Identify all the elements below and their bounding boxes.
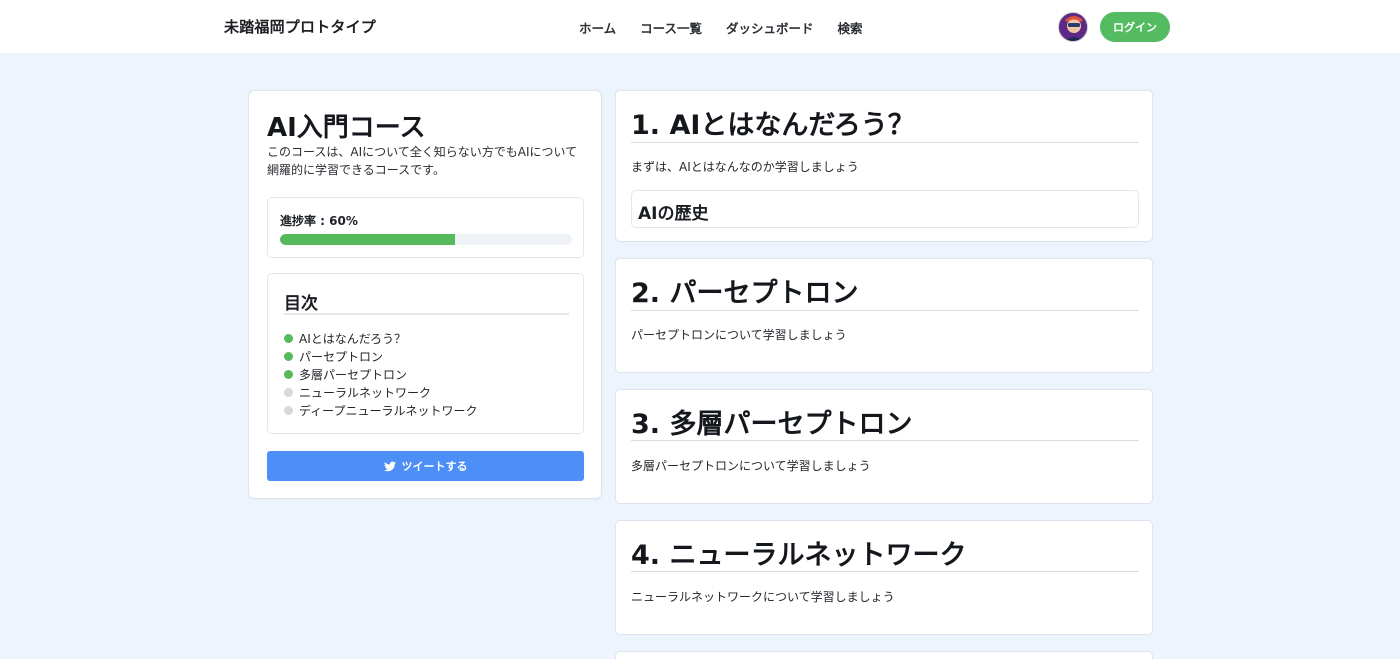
status-dot-icon: [284, 405, 293, 415]
section-divider: [631, 310, 1139, 311]
lesson-item-title: AIの歴史: [638, 204, 709, 224]
top-header: 未踏福岡プロトタイプ ホーム コース一覧 ダッシュボード 検索 ログイン: [0, 0, 1400, 53]
status-dot-icon: [284, 351, 293, 361]
progress-bar: [280, 234, 572, 245]
lesson-section-1: 1. AIとはなんだろう？ まずは、AIとはなんなのか学習しましょう AIの歴史: [615, 90, 1153, 242]
nav-course-list[interactable]: コース一覧: [640, 18, 702, 37]
progress-label: 進捗率 : 60%: [280, 214, 358, 228]
nav-search[interactable]: 検索: [838, 18, 863, 37]
twitter-bird-icon: [383, 461, 396, 471]
login-button[interactable]: ログイン: [1100, 12, 1170, 42]
section-title: 2. パーセプトロン: [631, 278, 859, 309]
section-description: まずは、AIとはなんなのか学習しましょう: [631, 160, 859, 174]
section-title: 3. 多層パーセプトロン: [631, 409, 913, 440]
toc-item-label: ディープニューラルネットワーク: [299, 403, 478, 418]
tweet-button[interactable]: ツイートする: [267, 451, 584, 481]
section-description: 多層パーセプトロンについて学習しましょう: [631, 459, 871, 473]
progress-panel: 進捗率 : 60%: [267, 197, 584, 258]
course-title: AI入門コース: [267, 113, 426, 143]
section-description: ニューラルネットワークについて学習しましょう: [631, 590, 895, 604]
toc-item[interactable]: 多層パーセプトロン: [284, 365, 477, 383]
toc-item-label: 多層パーセプトロン: [299, 367, 408, 382]
nav-dashboard[interactable]: ダッシュボード: [726, 18, 814, 37]
lesson-section-2: 2. パーセプトロン パーセプトロンについて学習しましょう: [615, 258, 1153, 373]
toc-item-label: ニューラルネットワーク: [299, 385, 432, 400]
toc-item[interactable]: パーセプトロン: [284, 347, 477, 365]
toc-list: AIとはなんだろう？ パーセプトロン 多層パーセプトロン ニューラルネットワーク…: [284, 329, 477, 419]
section-divider: [631, 440, 1139, 441]
toc-item-label: AIとはなんだろう？: [299, 331, 407, 346]
avatar-image: [1059, 13, 1087, 41]
nav-home[interactable]: ホーム: [579, 18, 616, 37]
toc-item[interactable]: AIとはなんだろう？: [284, 329, 477, 347]
lesson-section-5-partial: [615, 651, 1153, 659]
lesson-section-3: 3. 多層パーセプトロン 多層パーセプトロンについて学習しましょう: [615, 389, 1153, 504]
toc-title: 目次: [284, 294, 318, 314]
lesson-section-4: 4. ニューラルネットワーク ニューラルネットワークについて学習しましょう: [615, 520, 1153, 635]
user-avatar[interactable]: [1058, 12, 1088, 42]
status-dot-icon: [284, 387, 293, 397]
course-description: このコースは、AIについて全く知らない方でもAIについて網羅的に学習できるコース…: [267, 145, 578, 177]
main-nav: ホーム コース一覧 ダッシュボード 検索: [579, 18, 887, 37]
toc-item[interactable]: ニューラルネットワーク: [284, 383, 477, 401]
section-title: 1. AIとはなんだろう？: [631, 110, 915, 141]
course-summary-card: AI入門コース このコースは、AIについて全く知らない方でもAIについて網羅的に…: [248, 90, 602, 499]
toc-divider: [284, 313, 569, 315]
status-dot-icon: [284, 333, 293, 343]
section-description: パーセプトロンについて学習しましょう: [631, 328, 847, 342]
toc-item[interactable]: ディープニューラルネットワーク: [284, 401, 477, 419]
toc-item-label: パーセプトロン: [299, 349, 384, 364]
tweet-button-label: ツイートする: [401, 460, 468, 473]
brand-logo-text[interactable]: 未踏福岡プロトタイプ: [224, 16, 376, 37]
progress-bar-fill: [280, 234, 456, 245]
status-dot-icon: [284, 369, 293, 379]
section-divider: [631, 142, 1139, 143]
lesson-item-ai-history[interactable]: AIの歴史: [631, 190, 1139, 228]
section-divider: [631, 571, 1139, 572]
table-of-contents: 目次 AIとはなんだろう？ パーセプトロン 多層パーセプトロン ニューラルネット…: [267, 273, 584, 434]
section-title: 4. ニューラルネットワーク: [631, 540, 967, 571]
